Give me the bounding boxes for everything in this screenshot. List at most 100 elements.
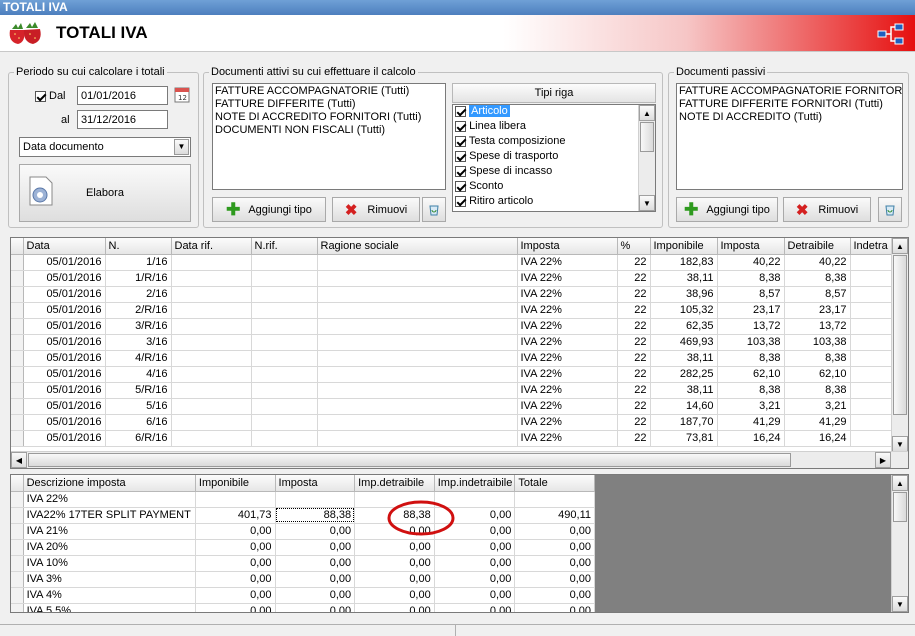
table-cell[interactable] — [850, 430, 892, 447]
passivi-aggiungi-button[interactable]: ✚ Aggiungi tipo — [676, 197, 778, 222]
network-tree-icon[interactable] — [877, 23, 905, 45]
table-cell[interactable] — [275, 491, 356, 508]
col-header[interactable]: Detraibile — [784, 238, 851, 255]
attivi-aggiungi-button[interactable]: ✚ Aggiungi tipo — [212, 197, 326, 222]
table-cell[interactable] — [251, 334, 318, 351]
col-header[interactable]: N. — [105, 238, 172, 255]
table-row[interactable]: IVA 20% 0,00 0,00 0,00 0,00 0,00 — [11, 539, 595, 556]
list-item[interactable]: NOTE DI ACCREDITO (Tutti) — [679, 111, 900, 124]
table-cell[interactable]: 1/R/16 — [105, 270, 172, 287]
tipo-riga-item[interactable]: Ritiro articolo — [453, 195, 655, 210]
table-cell[interactable]: IVA 22% — [517, 350, 618, 367]
table-cell[interactable]: IVA 21% — [23, 523, 196, 540]
table-row[interactable]: 05/01/2016 4/R/16 IVA 22% 22 38,11 8,38 8,38 — [11, 350, 892, 367]
tipi-riga-scrollbar[interactable]: ▲ ▼ — [638, 105, 655, 211]
table-cell[interactable]: 40,22 — [784, 254, 851, 271]
totals-grid[interactable]: Descrizione imposta Imponibile Imposta I… — [10, 474, 909, 613]
table-cell[interactable]: IVA 22% — [517, 318, 618, 335]
table-cell[interactable] — [317, 414, 518, 431]
table-row[interactable]: 05/01/2016 5/16 IVA 22% 22 14,60 3,21 3,21 — [11, 398, 892, 415]
table-row[interactable]: 05/01/2016 6/R/16 IVA 22% 22 73,81 16,24 16,24 — [11, 430, 892, 447]
elabora-button[interactable]: Elabora — [19, 164, 191, 222]
col-header[interactable]: N.rif. — [251, 238, 318, 255]
table-cell[interactable]: IVA 10% — [23, 555, 196, 572]
calendar-icon[interactable]: 12 — [174, 86, 190, 103]
scroll-thumb[interactable] — [893, 255, 907, 415]
col-header[interactable]: Imp.indetraibile — [434, 475, 516, 492]
table-cell[interactable]: 62,10 — [784, 366, 851, 383]
table-row[interactable]: 05/01/2016 3/16 IVA 22% 22 469,93 103,38 103,3… — [11, 334, 892, 351]
table-cell[interactable]: 3/16 — [105, 334, 172, 351]
table-cell[interactable] — [850, 398, 892, 415]
attivi-list[interactable]: FATTURE ACCOMPAGNATORIE (Tutti) FATTURE … — [212, 83, 446, 190]
table-cell[interactable] — [317, 286, 518, 303]
tipo-riga-item[interactable]: Spese di trasporto — [453, 150, 655, 165]
col-header[interactable]: Ragione sociale — [317, 238, 518, 255]
table-cell[interactable]: 0,00 — [514, 555, 595, 572]
table-cell[interactable]: 0,00 — [275, 539, 356, 556]
table-cell[interactable]: 05/01/2016 — [23, 302, 106, 319]
table-cell[interactable]: 0,00 — [275, 555, 356, 572]
table-cell[interactable] — [850, 318, 892, 335]
table-cell[interactable]: 0,00 — [434, 571, 516, 588]
table-cell[interactable] — [317, 350, 518, 367]
col-header[interactable]: Imposta — [275, 475, 356, 492]
table-cell[interactable] — [317, 382, 518, 399]
table-cell[interactable] — [317, 366, 518, 383]
table-cell[interactable] — [317, 254, 518, 271]
table-cell[interactable]: IVA 22% — [517, 270, 618, 287]
table-cell[interactable]: 8,38 — [717, 350, 785, 367]
table-cell[interactable]: IVA 22% — [517, 286, 618, 303]
table-cell[interactable] — [850, 286, 892, 303]
table-cell[interactable] — [171, 302, 252, 319]
scroll-thumb[interactable] — [893, 492, 907, 522]
table-cell[interactable]: 22 — [617, 318, 651, 335]
col-header[interactable]: Imp.detraibile — [354, 475, 435, 492]
table-cell[interactable]: 0,00 — [275, 603, 356, 612]
table-cell[interactable]: 2/R/16 — [105, 302, 172, 319]
table-cell[interactable]: 0,00 — [195, 603, 276, 612]
table-cell[interactable] — [171, 318, 252, 335]
table-cell[interactable]: 13,72 — [717, 318, 785, 335]
table-cell[interactable]: 3,21 — [717, 398, 785, 415]
chevron-down-icon[interactable]: ▼ — [174, 139, 189, 155]
table-cell[interactable]: 5/16 — [105, 398, 172, 415]
table-cell[interactable] — [171, 334, 252, 351]
table-cell[interactable]: 13,72 — [784, 318, 851, 335]
table-cell[interactable]: 05/01/2016 — [23, 286, 106, 303]
table-cell[interactable]: 0,00 — [354, 587, 435, 604]
table-cell[interactable]: 0,00 — [514, 603, 595, 612]
list-item[interactable]: DOCUMENTI NON FISCALI (Tutti) — [215, 124, 443, 137]
table-row[interactable]: IVA 21% 0,00 0,00 0,00 0,00 0,00 — [11, 523, 595, 540]
table-cell[interactable] — [251, 398, 318, 415]
scroll-left-icon[interactable]: ◀ — [11, 452, 27, 468]
table-cell[interactable] — [171, 398, 252, 415]
grid-hscrollbar[interactable]: ◀ ▶ — [11, 451, 908, 468]
table-cell[interactable]: 16,24 — [717, 430, 785, 447]
table-cell[interactable]: 187,70 — [650, 414, 718, 431]
table-cell[interactable]: IVA 22% — [517, 398, 618, 415]
table-cell[interactable]: IVA 22% — [517, 302, 618, 319]
table-cell[interactable]: 05/01/2016 — [23, 270, 106, 287]
table-cell[interactable]: 0,00 — [275, 571, 356, 588]
tipo-riga-item[interactable]: Articolo — [453, 105, 655, 120]
table-cell[interactable]: 0,00 — [195, 571, 276, 588]
table-cell[interactable] — [850, 302, 892, 319]
tipo-riga-item[interactable]: Sconto — [453, 180, 655, 195]
table-cell[interactable]: 40,22 — [717, 254, 785, 271]
table-row[interactable]: IVA 22% — [11, 491, 595, 508]
passivi-list[interactable]: FATTURE ACCOMPAGNATORIE FORNITORI (T FAT… — [676, 83, 903, 190]
table-cell[interactable]: 23,17 — [784, 302, 851, 319]
table-cell[interactable]: IVA 22% — [517, 414, 618, 431]
grid-vscrollbar[interactable]: ▲ ▼ — [891, 238, 908, 452]
tipo-data-select[interactable]: Data documento ▼ — [19, 137, 191, 157]
table-cell[interactable]: 3,21 — [784, 398, 851, 415]
table-cell[interactable]: 401,73 — [195, 507, 276, 524]
table-row[interactable]: IVA 5,5% 0,00 0,00 0,00 0,00 0,00 — [11, 603, 595, 612]
table-row[interactable]: IVA 10% 0,00 0,00 0,00 0,00 0,00 — [11, 555, 595, 572]
table-cell[interactable]: 8,38 — [784, 270, 851, 287]
table-cell[interactable] — [251, 270, 318, 287]
table-row[interactable]: 05/01/2016 2/16 IVA 22% 22 38,96 8,57 8,57 — [11, 286, 892, 303]
table-cell[interactable]: 105,32 — [650, 302, 718, 319]
table-cell[interactable]: 22 — [617, 382, 651, 399]
